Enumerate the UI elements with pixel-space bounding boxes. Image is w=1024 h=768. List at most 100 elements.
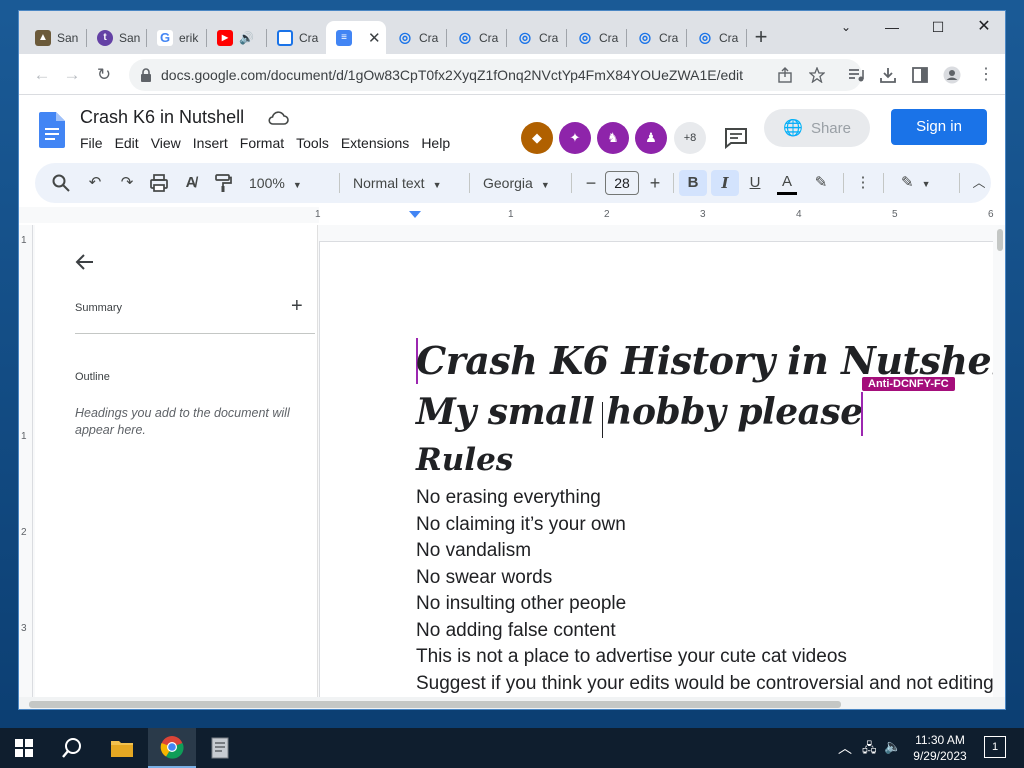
share-button[interactable]: 🌐 Share [764, 109, 870, 147]
clock-time: 11:30 AM [915, 733, 965, 747]
zoom-select[interactable]: 100% ▼ [249, 163, 302, 205]
new-tab-button[interactable]: + [747, 23, 775, 51]
paint-format-icon[interactable] [213, 173, 233, 193]
side-panel-icon[interactable] [911, 66, 929, 84]
system-clock[interactable]: 11:30 AM 9/29/2023 [900, 732, 980, 764]
browser-tab[interactable]: G erik [147, 21, 206, 54]
app-taskbar-button[interactable] [196, 728, 244, 768]
maximize-button[interactable]: ☐ [915, 14, 961, 40]
document-heading-subtitle[interactable]: My small hobby please [416, 391, 863, 433]
share-page-icon[interactable] [777, 67, 793, 83]
minimize-button[interactable]: — [869, 14, 915, 40]
menu-edit[interactable]: Edit [109, 135, 145, 151]
rule-item[interactable]: This is not a place to advertise your cu… [416, 644, 994, 671]
font-size-input[interactable]: 28 [605, 171, 639, 195]
indent-marker[interactable] [409, 211, 421, 218]
browser-toolbar: ← → ↻ docs.google.com/document/d/1gOw83C… [19, 54, 1005, 95]
browser-tab[interactable]: ◎ Cra [687, 21, 746, 54]
hide-menus-icon[interactable]: ︿ [969, 173, 989, 193]
menu-view[interactable]: View [145, 135, 187, 151]
browser-tab[interactable]: ◎ Cra [627, 21, 686, 54]
collaborator-avatar[interactable]: ✦ [559, 122, 591, 154]
more-collaborators-badge[interactable]: +8 [674, 122, 706, 154]
increase-font-size-icon[interactable]: + [645, 173, 665, 193]
address-bar[interactable]: docs.google.com/document/d/1gOw83CpT0fx2… [129, 59, 862, 91]
rule-item[interactable]: No adding false content [416, 618, 994, 645]
close-window-button[interactable]: ✕ [961, 14, 1005, 40]
vertical-scrollbar[interactable] [993, 225, 1005, 697]
more-options-icon[interactable]: ⋮ [853, 173, 873, 193]
back-arrow-icon[interactable] [75, 253, 95, 271]
browser-tab[interactable]: ▶ 🔊 [207, 21, 266, 54]
text-color-icon[interactable]: A [777, 173, 797, 195]
file-explorer-button[interactable] [98, 728, 146, 768]
font-select[interactable]: Georgia ▼ [483, 163, 550, 205]
browser-tab[interactable]: ◎ Cra [447, 21, 506, 54]
document-title[interactable]: Crash K6 in Nutshell [80, 107, 244, 128]
browser-tab[interactable]: ◎ Cra [567, 21, 626, 54]
browser-tab[interactable]: Cra [267, 21, 326, 54]
reload-icon[interactable]: ↻ [91, 62, 117, 88]
undo-icon[interactable]: ↶ [85, 173, 105, 193]
browser-tab[interactable]: ◎ Cra [387, 21, 446, 54]
collaborator-avatar[interactable]: ♞ [597, 122, 629, 154]
forward-icon[interactable]: → [59, 62, 85, 88]
sign-in-button[interactable]: Sign in [891, 109, 987, 145]
chrome-menu-icon[interactable]: ⋮ [973, 62, 999, 88]
redo-icon[interactable]: ↷ [117, 173, 137, 193]
rule-item[interactable]: Suggest if you think your edits would be… [416, 671, 994, 698]
chrome-window: ▲ San t San G erik ▶ 🔊 Cra ≡ ✕ ◎ Cra ◎ C… [18, 10, 1006, 710]
rule-item[interactable]: No swear words [416, 565, 994, 592]
volume-muted-icon[interactable]: 🔈 [884, 738, 901, 768]
spellcheck-icon[interactable]: A̸ [181, 173, 201, 193]
network-icon[interactable]: 🖧 [862, 739, 877, 768]
search-button[interactable] [48, 728, 96, 768]
outline-heading: Outline [75, 371, 110, 383]
download-icon[interactable] [879, 66, 897, 84]
bold-icon[interactable]: B [679, 170, 707, 196]
notification-center-icon[interactable]: 1 [984, 736, 1006, 758]
search-menus-icon[interactable] [51, 173, 71, 193]
rule-item[interactable]: No claiming it’s your own [416, 512, 994, 539]
chrome-taskbar-button[interactable] [148, 728, 196, 768]
docs-logo-icon[interactable] [39, 112, 65, 148]
active-tab[interactable]: ≡ ✕ [326, 21, 386, 54]
menu-file[interactable]: File [80, 135, 109, 151]
back-icon[interactable]: ← [29, 62, 55, 88]
show-hidden-icons[interactable]: ︿ [838, 738, 852, 768]
tab-search-icon[interactable]: ⌄ [823, 14, 869, 40]
paragraph-style-select[interactable]: Normal text ▼ [353, 163, 442, 205]
browser-tab[interactable]: ◎ Cra [507, 21, 566, 54]
highlight-color-icon[interactable]: ✎ [811, 173, 831, 193]
rule-item[interactable]: No vandalism [416, 538, 994, 565]
profile-icon[interactable] [943, 66, 961, 84]
horizontal-scroll-thumb[interactable] [29, 701, 841, 708]
start-button[interactable] [0, 728, 48, 768]
rule-item[interactable]: No insulting other people [416, 591, 994, 618]
browser-tab[interactable]: t San [87, 21, 146, 54]
menu-format[interactable]: Format [234, 135, 290, 151]
decrease-font-size-icon[interactable]: − [581, 173, 601, 193]
menu-insert[interactable]: Insert [187, 135, 234, 151]
italic-icon[interactable]: I [711, 170, 739, 196]
editing-mode-select[interactable]: ✎ ▼ [901, 163, 931, 204]
bookmark-star-icon[interactable] [809, 67, 825, 83]
print-icon[interactable] [149, 173, 169, 193]
cloud-saved-icon[interactable] [267, 110, 289, 126]
horizontal-scrollbar[interactable] [19, 697, 1005, 709]
menu-extensions[interactable]: Extensions [335, 135, 415, 151]
rule-item[interactable]: No erasing everything [416, 485, 994, 512]
media-control-icon[interactable] [847, 66, 865, 84]
rules-heading[interactable]: Rules [416, 442, 513, 478]
collaborator-avatar[interactable]: ◆ [521, 122, 553, 154]
add-summary-icon[interactable]: + [291, 295, 303, 318]
underline-icon[interactable]: U [745, 173, 765, 193]
menu-tools[interactable]: Tools [290, 135, 335, 151]
collaborator-avatar[interactable]: ♟ [635, 122, 667, 154]
document-page[interactable]: Crash K6 History in Nutshell Anti-DCNFY-… [319, 241, 1005, 709]
browser-tab[interactable]: ▲ San [25, 21, 84, 54]
vertical-scroll-thumb[interactable] [997, 229, 1003, 251]
menu-help[interactable]: Help [415, 135, 456, 151]
close-tab-icon[interactable]: ✕ [368, 29, 381, 47]
comment-icon[interactable] [724, 127, 748, 149]
